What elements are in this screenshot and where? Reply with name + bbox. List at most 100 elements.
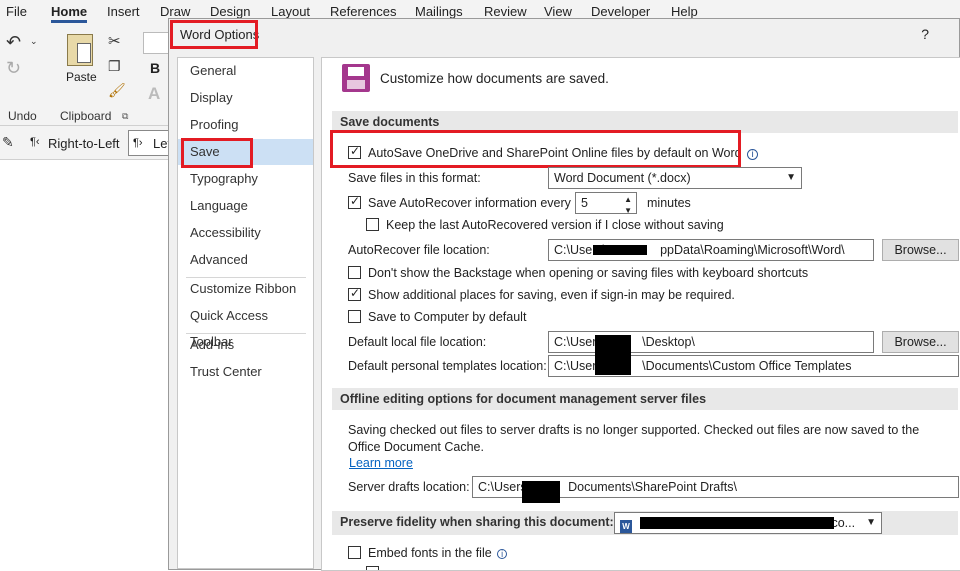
ribbon-body: ↶ ⌄ ↻ Undo Paste ✂ ❐ 🖌 Clipboard ⧉ B A bbox=[0, 24, 173, 126]
learn-more-link[interactable]: Learn more bbox=[349, 456, 413, 470]
tab-layout[interactable]: Layout bbox=[271, 4, 310, 19]
autorecover-label: Save AutoRecover information every bbox=[368, 196, 571, 210]
tab-developer[interactable]: Developer bbox=[591, 4, 650, 19]
no-backstage-label: Don't show the Backstage when opening or… bbox=[368, 266, 809, 280]
save-floppy-icon bbox=[342, 64, 370, 92]
tab-review[interactable]: Review bbox=[484, 4, 527, 19]
rtl-icon: ¶‹ bbox=[30, 136, 40, 148]
local-location-label: Default local file location: bbox=[348, 335, 487, 349]
stepper-down-icon[interactable]: ▼ bbox=[624, 201, 632, 213]
format-painter-icon[interactable]: 🖌 bbox=[108, 82, 126, 99]
embed-fonts-checkbox[interactable] bbox=[348, 546, 361, 559]
format-value: Word Document (*.docx) bbox=[554, 171, 691, 185]
autosave-highlight bbox=[330, 130, 741, 168]
nav-trust-center[interactable]: Trust Center bbox=[178, 359, 313, 385]
redaction bbox=[522, 481, 560, 503]
redaction bbox=[593, 245, 647, 255]
tab-view[interactable]: View bbox=[544, 4, 572, 19]
nav-display[interactable]: Display bbox=[178, 85, 313, 111]
nav-general[interactable]: General bbox=[178, 58, 313, 84]
tab-help[interactable]: Help bbox=[671, 4, 698, 19]
embed-subset-row[interactable] bbox=[366, 566, 386, 570]
autorecover-row[interactable]: Save AutoRecover information every bbox=[348, 194, 571, 210]
fidelity-doc-suffix: co... bbox=[831, 516, 856, 530]
offline-editing-heading: Offline editing options for document man… bbox=[332, 388, 958, 410]
word-options-dialog: Word Options ? General Display Proofing … bbox=[168, 18, 960, 571]
format-dropdown[interactable]: Word Document (*.docx) ▼ bbox=[548, 167, 802, 189]
browse-autorecover-button[interactable]: Browse... bbox=[882, 239, 959, 261]
ar-location-suffix: ppData\Roaming\Microsoft\Word\ bbox=[660, 243, 845, 257]
undo-icon[interactable]: ↶ bbox=[6, 32, 21, 53]
redo-icon[interactable]: ↻ bbox=[6, 58, 21, 79]
autorecover-checkbox[interactable] bbox=[348, 194, 361, 209]
help-button[interactable]: ? bbox=[921, 26, 929, 42]
chevron-down-icon: ▼ bbox=[866, 517, 876, 528]
autorecover-value: 5 bbox=[581, 196, 588, 210]
no-backstage-checkbox[interactable] bbox=[348, 266, 361, 279]
paste-icon[interactable] bbox=[67, 34, 93, 66]
undo-group-label: Undo bbox=[8, 109, 37, 123]
autorecover-minutes-stepper[interactable]: 5 ▲ ▼ bbox=[575, 192, 637, 214]
title-highlight bbox=[170, 20, 258, 49]
embed-subset-checkbox[interactable] bbox=[366, 566, 379, 570]
tab-file[interactable]: File bbox=[6, 4, 27, 19]
info-icon[interactable]: i bbox=[497, 549, 508, 559]
minutes-label: minutes bbox=[647, 196, 691, 210]
save-computer-label: Save to Computer by default bbox=[368, 310, 527, 324]
no-backstage-row[interactable]: Don't show the Backstage when opening or… bbox=[348, 266, 808, 280]
embed-fonts-row[interactable]: Embed fonts in the file i bbox=[348, 546, 508, 560]
drafts-suffix: Documents\SharePoint Drafts\ bbox=[568, 480, 737, 494]
keep-last-label: Keep the last AutoRecovered version if I… bbox=[386, 218, 724, 232]
redaction bbox=[595, 335, 631, 375]
browse-local-button[interactable]: Browse... bbox=[882, 331, 959, 353]
tab-references[interactable]: References bbox=[330, 4, 396, 19]
nav-proofing[interactable]: Proofing bbox=[178, 112, 313, 138]
server-drafts-label: Server drafts location: bbox=[348, 480, 470, 494]
word-doc-icon: W bbox=[620, 520, 632, 533]
templates-location-label: Default personal templates location: bbox=[348, 359, 547, 373]
paragraph-bar: ✎ ¶‹ Right-to-Left ¶› Lef bbox=[0, 126, 171, 160]
nav-quick-access-toolbar[interactable]: Quick Access Toolbar bbox=[178, 303, 313, 349]
tab-draw[interactable]: Draw bbox=[160, 4, 190, 19]
nav-customize-ribbon[interactable]: Customize Ribbon bbox=[178, 276, 313, 302]
tab-home[interactable]: Home bbox=[51, 4, 88, 23]
show-places-label: Show additional places for saving, even … bbox=[368, 288, 735, 302]
embed-fonts-label: Embed fonts in the file bbox=[368, 546, 492, 560]
options-nav: General Display Proofing Save Typography… bbox=[177, 57, 314, 569]
text-effects-icon[interactable]: A bbox=[148, 84, 160, 104]
show-places-checkbox[interactable] bbox=[348, 286, 361, 301]
keep-last-checkbox[interactable] bbox=[366, 218, 379, 231]
nav-advanced[interactable]: Advanced bbox=[178, 247, 313, 273]
rtl-button[interactable]: Right-to-Left bbox=[48, 136, 120, 151]
cut-icon[interactable]: ✂ bbox=[108, 32, 121, 50]
clipboard-group-label: Clipboard bbox=[60, 109, 112, 123]
keep-last-row[interactable]: Keep the last AutoRecovered version if I… bbox=[366, 218, 724, 232]
tab-insert[interactable]: Insert bbox=[107, 4, 140, 19]
save-computer-checkbox[interactable] bbox=[348, 310, 361, 323]
redaction bbox=[640, 517, 834, 529]
info-icon[interactable]: i bbox=[747, 149, 759, 160]
chevron-down-icon: ▼ bbox=[786, 172, 796, 183]
tab-design[interactable]: Design bbox=[210, 4, 250, 19]
nav-accessibility[interactable]: Accessibility bbox=[178, 220, 313, 246]
offline-note: Saving checked out files to server draft… bbox=[348, 423, 920, 454]
nav-typography[interactable]: Typography bbox=[178, 166, 313, 192]
nav-add-ins[interactable]: Add-ins bbox=[178, 332, 313, 358]
paste-button[interactable]: Paste bbox=[66, 70, 97, 84]
dialog-launcher-icon[interactable]: ⧉ bbox=[122, 111, 128, 122]
local-suffix: \Desktop\ bbox=[642, 335, 695, 349]
ltr-button-box[interactable]: ¶› Lef bbox=[128, 130, 171, 156]
show-places-row[interactable]: Show additional places for saving, even … bbox=[348, 286, 735, 302]
nav-language[interactable]: Language bbox=[178, 193, 313, 219]
chevron-down-icon[interactable]: ⌄ bbox=[30, 36, 38, 47]
bold-button[interactable]: B bbox=[150, 60, 160, 76]
save-nav-highlight bbox=[181, 138, 253, 168]
tab-mailings[interactable]: Mailings bbox=[415, 4, 463, 19]
fidelity-label: Preserve fidelity when sharing this docu… bbox=[340, 515, 614, 529]
format-label: Save files in this format: bbox=[348, 171, 481, 185]
copy-icon[interactable]: ❐ bbox=[108, 58, 121, 75]
draw-icon[interactable]: ✎ bbox=[2, 134, 14, 151]
page-header: Customize how documents are saved. bbox=[380, 71, 609, 86]
save-computer-row[interactable]: Save to Computer by default bbox=[348, 310, 526, 324]
templates-suffix: \Documents\Custom Office Templates bbox=[642, 359, 852, 373]
